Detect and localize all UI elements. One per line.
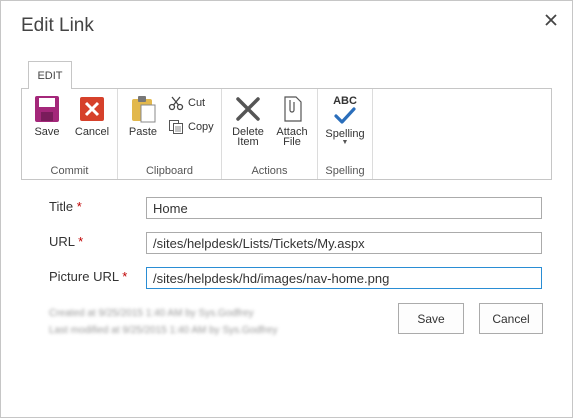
created-info: Created at 9/25/2015 1:40 AM by Sys.Godf… xyxy=(49,308,254,319)
ribbon-group-actions: Delete Item Attach File Actions xyxy=(222,89,318,179)
cut-label: Cut xyxy=(188,97,206,109)
spelling-button[interactable]: ABC Spelling ▼ xyxy=(322,95,368,147)
edit-link-dialog: Edit Link EDIT Save Cancel Commit Paste … xyxy=(0,0,573,418)
cancel-form-button[interactable]: Cancel xyxy=(479,303,543,334)
ribbon: Save Cancel Commit Paste Cut Copy Clipbo… xyxy=(21,88,552,180)
title-input[interactable] xyxy=(146,197,542,219)
attach-file-button[interactable]: Attach File xyxy=(274,95,310,148)
abc-text: ABC xyxy=(333,95,357,107)
copy-label: Copy xyxy=(188,121,214,133)
group-label-actions: Actions xyxy=(251,165,288,177)
chevron-down-icon: ▼ xyxy=(341,139,349,146)
dialog-title: Edit Link xyxy=(21,15,94,36)
required-mark: * xyxy=(78,234,84,249)
save-icon xyxy=(35,96,59,122)
url-label: URL * xyxy=(49,234,83,249)
picture-url-label-text: Picture URL xyxy=(49,269,119,284)
title-label: Title * xyxy=(49,199,82,214)
copy-button[interactable]: Copy xyxy=(168,119,214,135)
save-label: Save xyxy=(34,126,60,138)
cancel-ribbon-button[interactable]: Cancel xyxy=(72,95,112,138)
ribbon-group-spelling: ABC Spelling ▼ Spelling xyxy=(318,89,373,179)
spell-check-icon xyxy=(334,107,356,124)
paste-icon xyxy=(132,96,156,123)
cancel-icon xyxy=(80,97,104,121)
group-label-spelling: Spelling xyxy=(325,165,365,177)
copy-icon xyxy=(169,120,183,134)
group-label-clipboard: Clipboard xyxy=(145,165,194,177)
required-mark: * xyxy=(76,199,82,214)
picture-url-input[interactable] xyxy=(146,267,542,289)
delete-item-button[interactable]: Delete Item xyxy=(230,95,266,148)
scissors-icon xyxy=(168,96,184,111)
ribbon-group-clipboard: Paste Cut Copy Clipboard xyxy=(118,89,222,179)
paste-label: Paste xyxy=(128,126,158,138)
paste-button[interactable]: Paste xyxy=(126,95,160,138)
attach-label-line2: File xyxy=(283,136,301,148)
tab-edit[interactable]: EDIT xyxy=(28,61,72,89)
url-label-text: URL xyxy=(49,234,75,249)
save-form-button[interactable]: Save xyxy=(398,303,464,334)
picture-url-label: Picture URL * xyxy=(49,269,127,284)
delete-label-line2: Item xyxy=(237,136,259,148)
modified-info: Last modified at 9/25/2015 1:40 AM by Sy… xyxy=(49,325,278,336)
save-button[interactable]: Save xyxy=(30,95,64,138)
ribbon-group-commit: Save Cancel Commit xyxy=(22,89,118,179)
delete-icon xyxy=(236,97,260,121)
close-icon[interactable] xyxy=(542,11,560,29)
url-input[interactable] xyxy=(146,232,542,254)
cut-button[interactable]: Cut xyxy=(168,95,205,111)
title-label-text: Title xyxy=(49,199,74,214)
required-mark: * xyxy=(122,269,128,284)
group-label-commit: Commit xyxy=(50,165,89,177)
attach-file-icon xyxy=(284,96,302,122)
cancel-label: Cancel xyxy=(74,126,110,138)
